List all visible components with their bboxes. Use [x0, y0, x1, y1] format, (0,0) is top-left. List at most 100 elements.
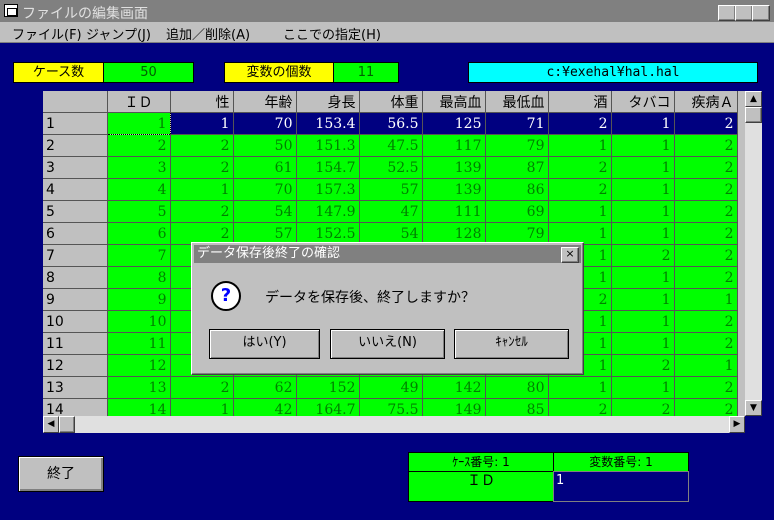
grid-cell[interactable]: 2 — [170, 156, 234, 179]
row-header[interactable]: 7 — [43, 244, 108, 267]
grid-cell[interactable]: 151.3 — [296, 134, 360, 157]
row-header[interactable]: 3 — [43, 156, 108, 179]
grid-cell[interactable]: 125 — [422, 112, 486, 135]
scroll-up-icon[interactable]: ▲ — [745, 91, 762, 107]
grid-cell[interactable]: 1 — [611, 376, 675, 399]
grid-cell[interactable]: 1 — [170, 178, 234, 201]
grid-cell[interactable]: 2 — [548, 178, 612, 201]
col-header[interactable]: 性 — [170, 91, 234, 113]
grid-cell[interactable]: 2 — [548, 112, 612, 135]
grid-cell[interactable]: 2 — [674, 222, 738, 245]
grid-cell[interactable]: 2 — [170, 376, 234, 399]
menu-jump[interactable]: ジャンプ(J) — [86, 24, 151, 43]
grid-cell[interactable]: 7 — [107, 244, 171, 267]
grid-cell[interactable]: 1 — [611, 156, 675, 179]
grid-cell[interactable]: 149 — [422, 398, 486, 416]
app-icon[interactable] — [4, 4, 18, 17]
grid-cell[interactable]: 86 — [485, 178, 549, 201]
grid-cell[interactable]: 69 — [485, 200, 549, 223]
grid-cell[interactable]: 2 — [674, 156, 738, 179]
grid-cell[interactable]: 2 — [674, 134, 738, 157]
grid-cell[interactable]: 2 — [107, 134, 171, 157]
grid-cell[interactable]: 2 — [674, 376, 738, 399]
grid-cell[interactable]: 8 — [107, 266, 171, 289]
grid-cell[interactable]: 142 — [422, 376, 486, 399]
grid-cell[interactable]: 87 — [485, 156, 549, 179]
grid-cell[interactable]: 13 — [107, 376, 171, 399]
grid-cell[interactable]: 1 — [611, 112, 675, 135]
grid-cell[interactable]: 6 — [107, 222, 171, 245]
grid-cell[interactable]: 111 — [422, 200, 486, 223]
grid-cell[interactable]: 2 — [674, 200, 738, 223]
grid-cell[interactable]: 2 — [674, 112, 738, 135]
col-header[interactable]: 年齢 — [233, 91, 297, 113]
grid-cell[interactable]: 139 — [422, 156, 486, 179]
grid-cell[interactable]: 1 — [106, 112, 171, 135]
grid-cell[interactable]: 11 — [107, 332, 171, 355]
no-button[interactable]: いいえ(N) — [330, 329, 445, 359]
grid-cell[interactable]: 71 — [485, 112, 549, 135]
grid-cell[interactable]: 2 — [611, 398, 675, 416]
grid-cell[interactable]: 1 — [548, 134, 612, 157]
close-button[interactable]: × — [752, 5, 770, 21]
row-header[interactable]: 13 — [43, 376, 108, 399]
grid-cell[interactable]: 42 — [233, 398, 297, 416]
vertical-scroll-thumb[interactable] — [745, 107, 762, 123]
horizontal-scrollbar[interactable]: ◀ ▶ — [43, 416, 745, 433]
grid-cell[interactable]: 1 — [548, 200, 612, 223]
grid-cell[interactable]: 12 — [107, 354, 171, 377]
row-header[interactable]: 5 — [43, 200, 108, 223]
dialog-close-button[interactable]: × — [561, 247, 579, 263]
grid-cell[interactable]: 2 — [170, 134, 234, 157]
grid-cell[interactable]: 47.5 — [359, 134, 423, 157]
grid-cell[interactable]: 9 — [107, 288, 171, 311]
grid-cell[interactable]: 2 — [170, 200, 234, 223]
col-header[interactable]: 疾病Ａ — [674, 91, 738, 113]
grid-cell[interactable]: 79 — [485, 134, 549, 157]
grid-cell[interactable]: 57 — [359, 178, 423, 201]
grid-cell[interactable]: 75.5 — [359, 398, 423, 416]
grid-cell[interactable]: 1 — [611, 266, 675, 289]
menu-file[interactable]: ファイル(F) — [12, 24, 82, 43]
grid-cell[interactable]: 62 — [233, 376, 297, 399]
row-header[interactable]: 10 — [43, 310, 108, 333]
grid-cell[interactable]: 4 — [107, 178, 171, 201]
grid-cell[interactable]: 70 — [233, 178, 297, 201]
grid-cell[interactable]: 61 — [233, 156, 297, 179]
grid-cell[interactable]: 2 — [674, 398, 738, 416]
col-header[interactable]: 最高血 — [422, 91, 486, 113]
grid-cell[interactable]: 2 — [674, 310, 738, 333]
grid-cell[interactable]: 70 — [233, 112, 297, 135]
grid-cell[interactable]: 10 — [107, 310, 171, 333]
scroll-left-icon[interactable]: ◀ — [43, 416, 59, 433]
grid-cell[interactable]: 1 — [170, 112, 234, 135]
col-header[interactable]: 酒 — [548, 91, 612, 113]
grid-cell[interactable]: 1 — [548, 376, 612, 399]
grid-cell[interactable]: 117 — [422, 134, 486, 157]
scroll-right-icon[interactable]: ▶ — [729, 416, 745, 433]
grid-cell[interactable]: 3 — [107, 156, 171, 179]
grid-cell[interactable]: 49 — [359, 376, 423, 399]
grid-cell[interactable]: 50 — [233, 134, 297, 157]
cancel-button[interactable]: ｷｬﾝｾﾙ — [454, 329, 569, 359]
row-header[interactable]: 6 — [43, 222, 108, 245]
grid-cell[interactable]: 1 — [674, 288, 738, 311]
grid-cell[interactable]: 1 — [611, 134, 675, 157]
grid-cell[interactable]: 1 — [611, 222, 675, 245]
grid-cell[interactable]: 1 — [611, 200, 675, 223]
grid-cell[interactable]: 1 — [170, 398, 234, 416]
grid-cell[interactable]: 2 — [674, 178, 738, 201]
grid-cell[interactable]: 52.5 — [359, 156, 423, 179]
row-header[interactable]: 8 — [43, 266, 108, 289]
grid-cell[interactable]: 157.3 — [296, 178, 360, 201]
minimize-button[interactable]: _ — [718, 5, 736, 21]
grid-cell[interactable]: 154.7 — [296, 156, 360, 179]
maximize-button[interactable]: □ — [735, 5, 753, 21]
exit-button[interactable]: 終了 — [18, 456, 104, 492]
menu-settings[interactable]: ここでの指定(H) — [283, 24, 381, 43]
grid-cell[interactable]: 1 — [611, 178, 675, 201]
grid-cell[interactable]: 139 — [422, 178, 486, 201]
grid-cell[interactable]: 2 — [674, 244, 738, 267]
grid-cell[interactable]: 1 — [674, 354, 738, 377]
grid-cell[interactable]: 2 — [611, 244, 675, 267]
